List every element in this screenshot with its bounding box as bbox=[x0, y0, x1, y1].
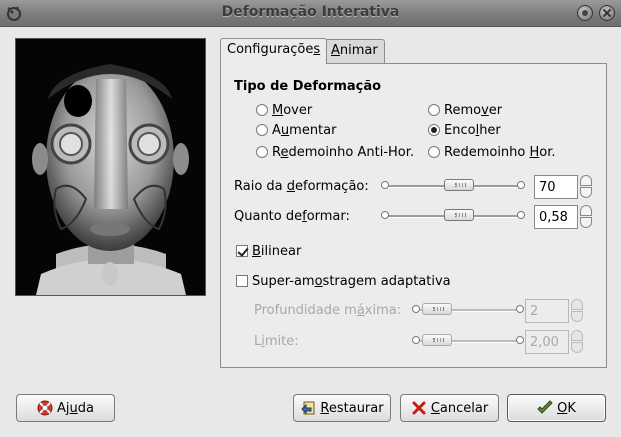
adaptive-supersampling-checkbox[interactable]: Super-amostragem adaptativa bbox=[236, 273, 451, 291]
spin-up-icon[interactable] bbox=[580, 205, 592, 216]
radius-spin[interactable] bbox=[534, 175, 592, 199]
radius-input[interactable] bbox=[534, 175, 578, 199]
radio-indicator-selected bbox=[428, 124, 440, 136]
close-icon[interactable] bbox=[599, 5, 615, 21]
help-button[interactable]: Ajuda bbox=[16, 394, 115, 422]
amount-spin[interactable] bbox=[534, 205, 592, 229]
bilinear-checkbox[interactable]: Bilinear bbox=[236, 243, 301, 261]
threshold-label: Limite: bbox=[254, 334, 299, 349]
amount-input[interactable] bbox=[534, 205, 578, 229]
spin-up-icon[interactable] bbox=[571, 299, 583, 310]
reset-button[interactable]: Restaurar bbox=[293, 394, 391, 422]
lifebuoy-icon bbox=[37, 400, 53, 416]
max-depth-slider[interactable] bbox=[412, 302, 524, 318]
threshold-slider[interactable] bbox=[412, 333, 524, 349]
slider-cap bbox=[381, 211, 389, 219]
red-x-icon bbox=[412, 401, 426, 415]
slider-cap bbox=[412, 305, 420, 313]
spin-down-icon[interactable] bbox=[580, 187, 592, 198]
ok-button[interactable]: OK bbox=[507, 394, 606, 422]
checkbox-box bbox=[236, 275, 248, 287]
radio-indicator bbox=[256, 104, 268, 116]
radio-redemoinho-hor[interactable]: Redemoinho Hor. bbox=[428, 144, 556, 162]
cancel-button[interactable]: Cancelar bbox=[400, 394, 499, 422]
title-bar: Deformação Interativa bbox=[0, 0, 621, 27]
radio-redemoinho-anti-hor[interactable]: Redemoinho Anti-Hor. bbox=[256, 144, 414, 162]
preview-image[interactable] bbox=[15, 38, 206, 296]
slider-cap bbox=[516, 305, 524, 313]
tab-configuracoes[interactable]: Configurações bbox=[220, 38, 328, 64]
threshold-input[interactable] bbox=[525, 330, 569, 354]
deform-type-heading: Tipo de Deformação bbox=[234, 79, 382, 94]
slider-thumb[interactable] bbox=[422, 303, 452, 315]
spin-up-icon[interactable] bbox=[571, 330, 583, 341]
slider-thumb[interactable] bbox=[422, 334, 452, 346]
spin-down-icon[interactable] bbox=[580, 217, 592, 228]
radio-indicator bbox=[256, 146, 268, 158]
green-check-icon bbox=[537, 400, 553, 414]
threshold-spin[interactable] bbox=[525, 330, 583, 354]
amount-slider[interactable] bbox=[381, 208, 525, 224]
radio-indicator bbox=[428, 146, 440, 158]
checkbox-box-checked bbox=[236, 245, 248, 257]
spin-down-icon[interactable] bbox=[571, 311, 583, 322]
tab-animar[interactable]: Animar bbox=[324, 39, 385, 63]
undo-icon bbox=[301, 401, 315, 415]
max-depth-input[interactable] bbox=[525, 299, 569, 323]
slider-cap bbox=[412, 336, 420, 344]
radio-encolher[interactable]: Encolher bbox=[428, 122, 501, 140]
radius-slider[interactable] bbox=[381, 178, 525, 194]
minimize-icon[interactable] bbox=[577, 5, 593, 21]
radio-remover[interactable]: Remover bbox=[428, 102, 502, 120]
spin-down-icon[interactable] bbox=[571, 342, 583, 353]
radio-mover[interactable]: Mover bbox=[256, 102, 312, 120]
slider-thumb[interactable] bbox=[444, 179, 474, 191]
slider-cap bbox=[516, 336, 524, 344]
radio-indicator bbox=[256, 124, 268, 136]
slider-cap bbox=[517, 181, 525, 189]
slider-cap bbox=[517, 211, 525, 219]
radius-label: Raio da deformação: bbox=[234, 179, 369, 194]
radio-aumentar[interactable]: Aumentar bbox=[256, 122, 336, 140]
max-depth-spin[interactable] bbox=[525, 299, 583, 323]
radio-indicator bbox=[428, 104, 440, 116]
slider-thumb[interactable] bbox=[444, 209, 474, 221]
max-depth-label: Profundidade máxima: bbox=[254, 303, 402, 318]
slider-cap bbox=[381, 181, 389, 189]
spin-up-icon[interactable] bbox=[580, 175, 592, 186]
window-title: Deformação Interativa bbox=[221, 4, 400, 20]
amount-label: Quanto deformar: bbox=[234, 209, 350, 224]
